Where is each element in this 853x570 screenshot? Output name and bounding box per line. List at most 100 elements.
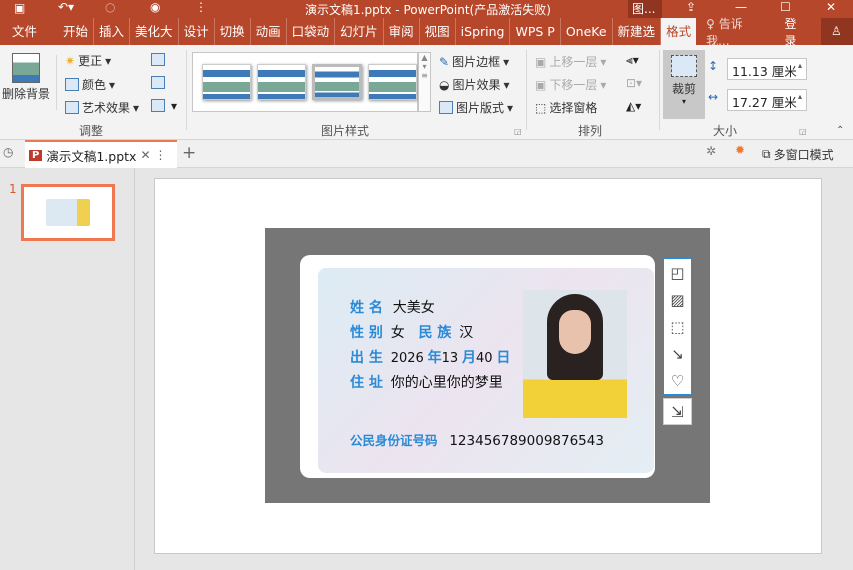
slide-number: 1 bbox=[9, 182, 17, 196]
change-picture-icon[interactable] bbox=[151, 76, 165, 89]
tab-pocket-animation[interactable]: 口袋动 bbox=[287, 18, 336, 45]
tab-slideshow[interactable]: 幻灯片 bbox=[335, 18, 384, 45]
style-thumb[interactable] bbox=[202, 64, 252, 100]
portrait-photo bbox=[523, 290, 627, 418]
resize-icon[interactable]: ↘ bbox=[664, 340, 691, 367]
height-input[interactable]: 11.13 厘米 ▴ bbox=[727, 58, 807, 80]
collapse-ribbon-icon[interactable]: ⌃ bbox=[836, 125, 844, 136]
tab-animations[interactable]: 动画 bbox=[251, 18, 287, 45]
floating-toolbar: ◰ ▨ ⬚ ↘ ♡ bbox=[663, 258, 692, 395]
present-icon[interactable]: ◉ bbox=[150, 0, 160, 14]
tab-file[interactable]: 文件 bbox=[0, 18, 49, 45]
style-thumb[interactable] bbox=[257, 64, 307, 100]
gear-icon[interactable]: ✹ bbox=[735, 143, 745, 157]
picture-styles-label: 图片样式 bbox=[320, 124, 369, 138]
slide-thumbnails-panel: 1 bbox=[0, 168, 135, 570]
save-icon[interactable]: ▣ bbox=[14, 1, 25, 15]
remove-background-icon bbox=[12, 53, 40, 83]
pen-icon: ✎ bbox=[439, 54, 450, 69]
artistic-effects-button[interactable]: 艺术效果 ▾ bbox=[65, 99, 139, 116]
crop-picture-icon[interactable]: ⬚ bbox=[664, 313, 691, 340]
tab-wps[interactable]: WPS P bbox=[510, 18, 561, 45]
person-icon: ♙ bbox=[830, 24, 842, 38]
tab-review[interactable]: 审阅 bbox=[384, 18, 420, 45]
sun-icon: ✷ bbox=[65, 53, 76, 68]
effects-icon: ◒ bbox=[439, 77, 450, 92]
color-icon bbox=[65, 78, 79, 91]
send-backward-button[interactable]: ▣ 下移一层 ▾ bbox=[535, 76, 606, 93]
tab-transitions[interactable]: 切换 bbox=[215, 18, 251, 45]
remove-background-button[interactable]: 删除背景 bbox=[2, 53, 50, 102]
windows-icon: ⧉ bbox=[762, 147, 771, 161]
crop-button[interactable]: 裁剪 ▾ bbox=[663, 50, 705, 119]
tab-new[interactable]: 新建选 bbox=[613, 18, 662, 45]
tab-format[interactable]: 格式 bbox=[661, 18, 697, 45]
minimize-icon[interactable]: — bbox=[735, 0, 747, 14]
tab-onekey[interactable]: OneKe bbox=[561, 18, 613, 45]
magic-icon[interactable]: ✲ bbox=[706, 144, 716, 158]
ribbon-display-icon[interactable]: ⇪ bbox=[686, 0, 696, 14]
tab-home[interactable]: 开始 bbox=[49, 18, 95, 45]
undo-icon[interactable]: ↶▾ bbox=[58, 0, 74, 14]
context-tab-header: 图... bbox=[628, 0, 662, 18]
document-tabs: ◷ P 演示文稿1.pptx ✕ ⋮ + ✲ ✹ ⧉ 多窗口模式 bbox=[0, 140, 853, 168]
tab-insert[interactable]: 插入 bbox=[94, 18, 131, 45]
tab-ispring[interactable]: iSpring bbox=[456, 18, 511, 45]
artistic-effects-icon bbox=[65, 101, 79, 114]
powerpoint-icon: P bbox=[29, 149, 43, 161]
gallery-scroll[interactable]: ▲ ▾ ≡ bbox=[418, 52, 431, 112]
picture-icon[interactable]: ▨ bbox=[664, 286, 691, 313]
heart-icon[interactable]: ♡ bbox=[664, 367, 691, 394]
rotate-icon[interactable]: ◭▾ bbox=[626, 99, 641, 113]
style-thumb[interactable] bbox=[367, 64, 417, 100]
dialog-launcher-icon[interactable]: ◲ bbox=[799, 127, 807, 136]
width-icon: ↔ bbox=[708, 90, 719, 104]
picture-layout-button[interactable]: 图片版式 ▾ bbox=[439, 99, 513, 116]
height-icon: ↕ bbox=[708, 59, 719, 73]
layout-options-icon[interactable]: ⇲ bbox=[663, 398, 692, 425]
selection-pane-icon: ⬚ bbox=[535, 100, 547, 115]
new-tab-icon[interactable]: + bbox=[182, 143, 196, 163]
redo-icon[interactable]: ○ bbox=[105, 0, 115, 14]
picture-styles-gallery[interactable] bbox=[192, 52, 418, 112]
layout-icon bbox=[439, 101, 453, 114]
history-icon[interactable]: ◷ bbox=[3, 145, 13, 159]
ribbon: 删除背景 ✷ 更正 ▾ 颜色 ▾ 艺术效果 ▾ ▾ 调整 ▲ ▾ ≡ 图片样式 ✎ 图片边框 ▾… bbox=[0, 45, 853, 140]
tab-beautify[interactable]: 美化大 bbox=[130, 18, 179, 45]
tell-me[interactable]: ♀ 告诉我... bbox=[696, 15, 762, 49]
dialog-launcher-icon[interactable]: ◲ bbox=[514, 127, 522, 136]
send-backward-icon: ▣ bbox=[535, 77, 547, 92]
style-thumb[interactable] bbox=[312, 64, 362, 100]
tab-view[interactable]: 视图 bbox=[420, 18, 456, 45]
maximize-icon[interactable]: ☐ bbox=[780, 0, 791, 14]
multiwindow-button[interactable]: ⧉ 多窗口模式 bbox=[762, 146, 834, 163]
picture-border-button[interactable]: ✎ 图片边框 ▾ bbox=[439, 53, 509, 70]
reset-picture-icon[interactable] bbox=[151, 99, 165, 112]
share-button[interactable]: ♙ 共享 bbox=[820, 18, 853, 92]
lightbulb-icon: ♀ bbox=[706, 16, 715, 31]
bring-forward-button[interactable]: ▣ 上移一层 ▾ bbox=[535, 53, 606, 70]
color-button[interactable]: 颜色 ▾ bbox=[65, 76, 115, 93]
crop-icon bbox=[671, 55, 697, 77]
corrections-button[interactable]: ✷ 更正 ▾ bbox=[65, 52, 111, 69]
adjust-group-label: 调整 bbox=[78, 124, 103, 138]
align-icon[interactable]: ⫷▾ bbox=[626, 53, 639, 68]
more-icon[interactable]: ⋮ bbox=[155, 148, 167, 162]
close-tab-icon[interactable]: ✕ bbox=[140, 148, 150, 162]
close-icon[interactable]: ✕ bbox=[826, 0, 836, 14]
shape-style-icon[interactable]: ◰ bbox=[664, 259, 691, 286]
tab-design[interactable]: 设计 bbox=[179, 18, 215, 45]
selection-pane-button[interactable]: ⬚ 选择窗格 bbox=[535, 99, 597, 116]
id-card-mini bbox=[46, 199, 90, 226]
picture-effects-button[interactable]: ◒ 图片效果 ▾ bbox=[439, 76, 510, 93]
width-input[interactable]: 17.27 厘米 ▴ bbox=[727, 89, 807, 111]
compress-pictures-icon[interactable] bbox=[151, 53, 165, 66]
group-icon[interactable]: ⊡▾ bbox=[626, 76, 642, 90]
document-tab[interactable]: P 演示文稿1.pptx ✕ ⋮ bbox=[25, 140, 177, 168]
login-button[interactable]: 登录 bbox=[784, 15, 807, 49]
ribbon-tabs: 文件 开始 插入 美化大 设计 切换 动画 口袋动 幻灯片 审阅 视图 iSpr… bbox=[0, 17, 853, 92]
bring-forward-icon: ▣ bbox=[535, 54, 547, 69]
window-title: 演示文稿1.pptx - PowerPoint(产品激活失败) bbox=[305, 3, 551, 17]
slide-thumbnail[interactable] bbox=[21, 184, 115, 241]
customize-icon[interactable]: ⋮ bbox=[195, 0, 207, 14]
